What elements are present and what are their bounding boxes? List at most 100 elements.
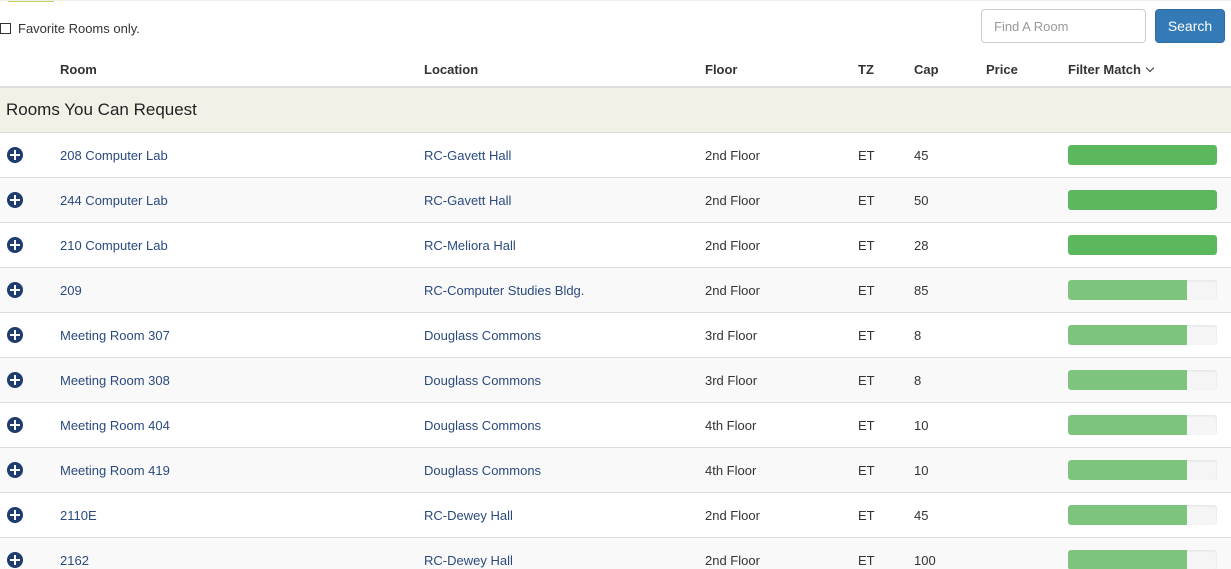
favorite-rooms-checkbox[interactable] — [0, 22, 11, 34]
filter-match-fill — [1068, 235, 1217, 255]
table-row: 2162 RC-Dewey Hall 2nd Floor ET 100 — [0, 538, 1231, 569]
room-name-link[interactable]: Meeting Room 404 — [60, 418, 170, 433]
room-timezone: ET — [858, 508, 875, 523]
room-name-link[interactable]: 208 Computer Lab — [60, 148, 168, 163]
filter-match-fill — [1068, 415, 1188, 435]
find-room-input[interactable] — [981, 9, 1146, 43]
room-name-link[interactable]: Meeting Room 419 — [60, 463, 170, 478]
room-location-link[interactable]: RC-Gavett Hall — [424, 148, 511, 163]
room-location-link[interactable]: Douglass Commons — [424, 373, 541, 388]
add-circle-icon[interactable] — [7, 507, 23, 523]
room-timezone: ET — [858, 148, 875, 163]
add-circle-icon[interactable] — [7, 237, 23, 253]
add-circle-icon[interactable] — [7, 417, 23, 433]
filter-match-fill — [1068, 460, 1188, 480]
filter-match-bar — [1068, 460, 1217, 480]
filter-match-bar — [1068, 280, 1217, 300]
room-floor: 2nd Floor — [705, 283, 760, 298]
table-row: Meeting Room 308 Douglass Commons 3rd Floo… — [0, 358, 1231, 403]
room-name-link[interactable]: Meeting Room 308 — [60, 373, 170, 388]
room-floor: 4th Floor — [705, 418, 757, 433]
table-row: Meeting Room 404 Douglass Commons 4th Floo… — [0, 403, 1231, 448]
room-timezone: ET — [858, 553, 875, 568]
room-timezone: ET — [858, 463, 875, 478]
room-timezone: ET — [858, 373, 875, 388]
filter-match-fill — [1068, 370, 1188, 390]
add-circle-icon[interactable] — [7, 147, 23, 163]
table-row: 208 Computer Lab RC-Gavett Hall 2nd Floor E… — [0, 133, 1231, 178]
room-timezone: ET — [858, 328, 875, 343]
room-timezone: ET — [858, 193, 875, 208]
room-location-link[interactable]: Douglass Commons — [424, 463, 541, 478]
column-header-price[interactable]: Price — [986, 62, 1018, 77]
room-timezone: ET — [858, 418, 875, 433]
filter-match-bar — [1068, 145, 1217, 165]
room-capacity: 8 — [914, 328, 922, 343]
add-circle-icon[interactable] — [7, 372, 23, 388]
room-floor: 2nd Floor — [705, 238, 760, 253]
room-search-page: Favorite Rooms only. Search Room Locatio… — [0, 0, 1231, 569]
column-header-filter-match-wrap[interactable]: Filter Match — [1068, 62, 1155, 77]
filter-match-bar — [1068, 190, 1217, 210]
room-capacity: 10 — [914, 463, 929, 478]
filter-match-bar — [1068, 325, 1217, 345]
room-name-link[interactable]: Meeting Room 307 — [60, 328, 170, 343]
room-name-link[interactable]: 244 Computer Lab — [60, 193, 168, 208]
room-location-link[interactable]: RC-Gavett Hall — [424, 193, 511, 208]
room-floor: 3rd Floor — [705, 328, 758, 343]
add-circle-icon[interactable] — [7, 282, 23, 298]
column-header-filter-match[interactable]: Filter Match — [1068, 62, 1141, 77]
room-floor: 2nd Floor — [705, 193, 760, 208]
filter-match-bar — [1068, 235, 1217, 255]
filter-match-bar — [1068, 415, 1217, 435]
toolbar: Favorite Rooms only. Search — [0, 0, 1231, 53]
filter-match-fill — [1068, 325, 1188, 345]
favorite-rooms-label: Favorite Rooms only. — [18, 20, 140, 36]
room-capacity: 45 — [914, 148, 929, 163]
column-header-floor[interactable]: Floor — [705, 62, 738, 77]
room-capacity: 8 — [914, 373, 922, 388]
column-header-location[interactable]: Location — [424, 62, 478, 77]
room-capacity: 85 — [914, 283, 929, 298]
table-row: 209 RC-Computer Studies Bldg. 2nd Floor ET 8… — [0, 268, 1231, 313]
room-timezone: ET — [858, 238, 875, 253]
add-circle-icon[interactable] — [7, 462, 23, 478]
table-row: Meeting Room 307 Douglass Commons 3rd Floo… — [0, 313, 1231, 358]
room-floor: 2nd Floor — [705, 553, 760, 568]
column-header-cap[interactable]: Cap — [914, 62, 939, 77]
search-button[interactable]: Search — [1155, 9, 1225, 43]
favorite-rooms-toggle[interactable]: Favorite Rooms only. — [0, 20, 140, 36]
room-timezone: ET — [858, 283, 875, 298]
room-floor: 4th Floor — [705, 463, 757, 478]
column-header-room[interactable]: Room — [60, 62, 97, 77]
column-header-tz[interactable]: TZ — [858, 62, 874, 77]
room-name-link[interactable]: 209 — [60, 283, 82, 298]
table-row: 244 Computer Lab RC-Gavett Hall 2nd Floor E… — [0, 178, 1231, 223]
room-name-link[interactable]: 210 Computer Lab — [60, 238, 168, 253]
room-location-link[interactable]: RC-Computer Studies Bldg. — [424, 283, 584, 298]
room-location-link[interactable]: RC-Dewey Hall — [424, 553, 513, 568]
group-header: Rooms You Can Request — [0, 88, 1231, 133]
group-title: Rooms You Can Request — [6, 100, 197, 119]
filter-match-bar — [1068, 370, 1217, 390]
add-circle-icon[interactable] — [7, 327, 23, 343]
room-capacity: 10 — [914, 418, 929, 433]
room-location-link[interactable]: RC-Meliora Hall — [424, 238, 516, 253]
add-circle-icon[interactable] — [7, 192, 23, 208]
room-name-link[interactable]: 2162 — [60, 553, 89, 568]
filter-match-fill — [1068, 190, 1217, 210]
room-list: 208 Computer Lab RC-Gavett Hall 2nd Floor E… — [0, 133, 1231, 569]
table-row: 210 Computer Lab RC-Meliora Hall 2nd Floor… — [0, 223, 1231, 268]
room-capacity: 28 — [914, 238, 929, 253]
room-location-link[interactable]: Douglass Commons — [424, 328, 541, 343]
room-location-link[interactable]: Douglass Commons — [424, 418, 541, 433]
chevron-down-icon — [1145, 63, 1155, 73]
room-name-link[interactable]: 2110E — [60, 508, 97, 523]
table-row: Meeting Room 419 Douglass Commons 4th Floo… — [0, 448, 1231, 493]
filter-match-bar — [1068, 550, 1217, 569]
table-row: 2110E RC-Dewey Hall 2nd Floor ET 45 — [0, 493, 1231, 538]
room-capacity: 50 — [914, 193, 929, 208]
room-capacity: 45 — [914, 508, 929, 523]
room-location-link[interactable]: RC-Dewey Hall — [424, 508, 513, 523]
add-circle-icon[interactable] — [7, 552, 23, 568]
